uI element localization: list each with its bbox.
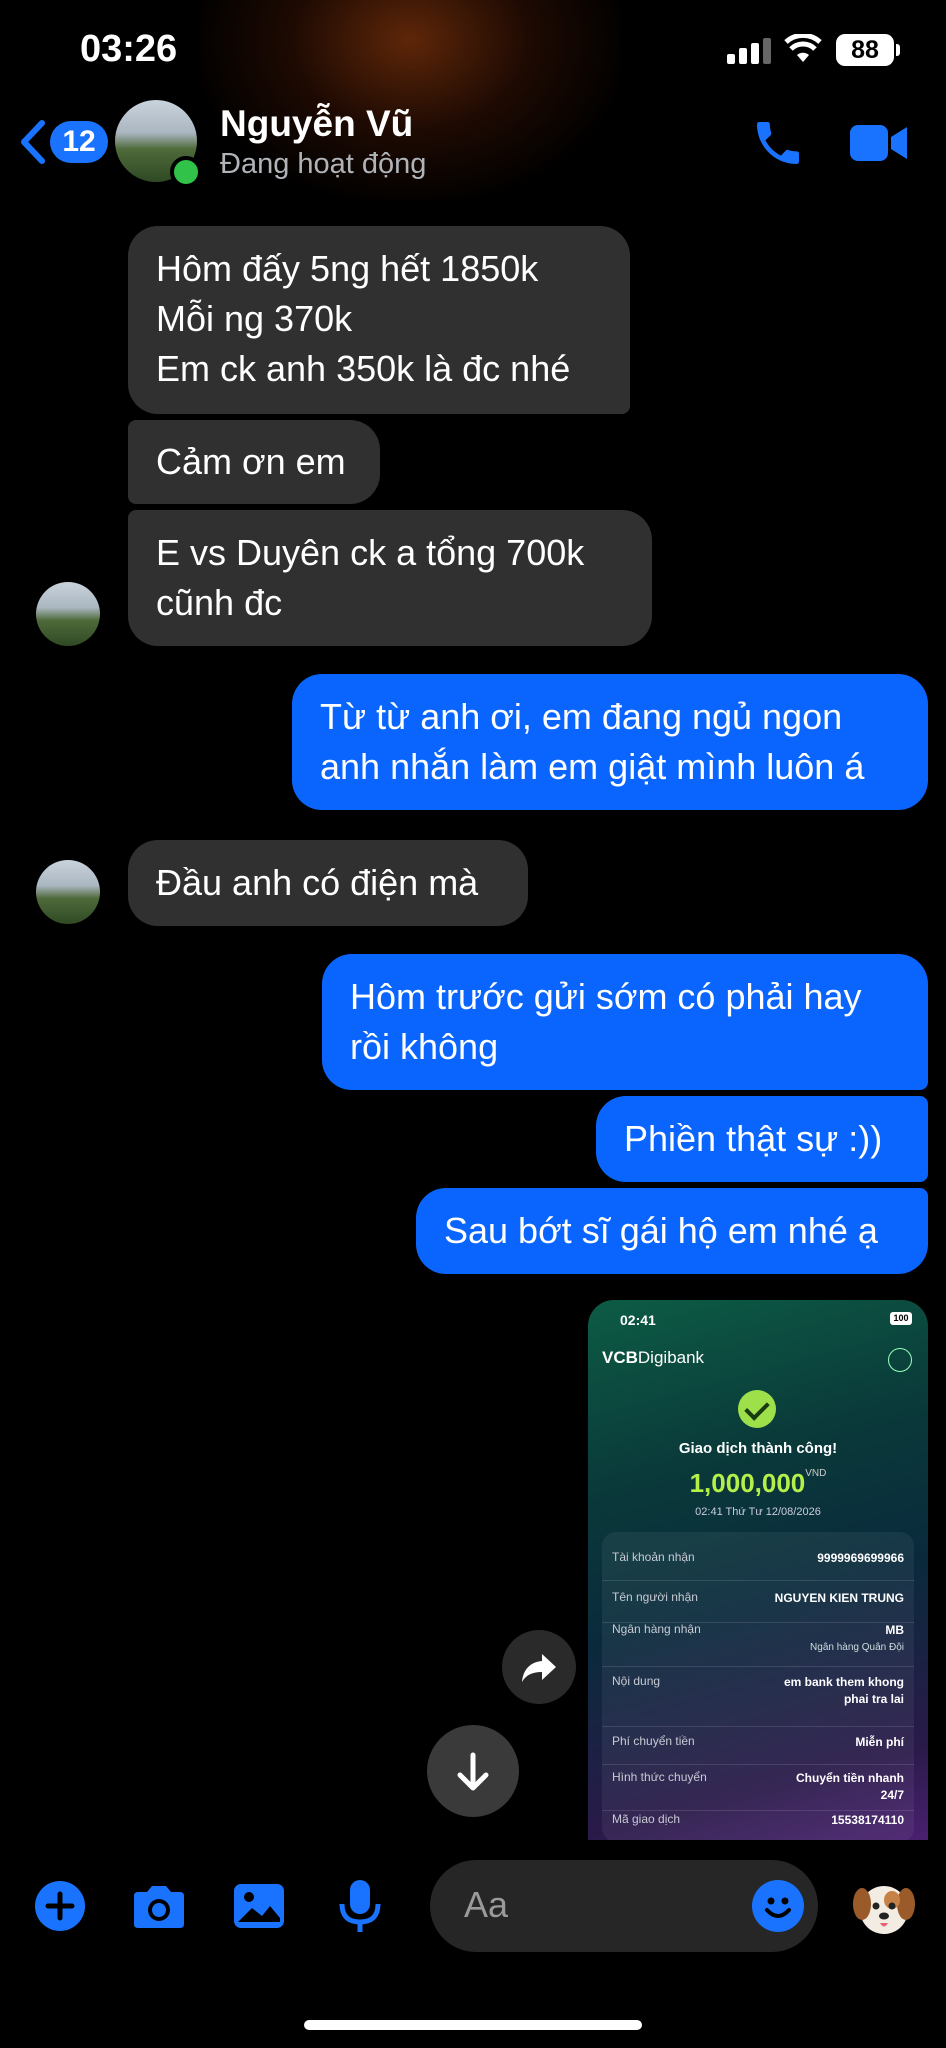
wifi-icon — [784, 34, 822, 62]
message-text: Phiền thật sự :)) — [624, 1118, 883, 1159]
receipt-bank-logo: VCBDigibank — [602, 1348, 704, 1368]
message-text: Từ từ anh ơi, em đang ngủ ngon — [320, 696, 843, 737]
sender-avatar[interactable] — [36, 860, 100, 924]
receipt-row-value-sub: 24/7 — [880, 1788, 904, 1802]
receipt-row-label: Phí chuyển tiền — [612, 1734, 695, 1748]
receipt-row-value-sub: phai tra lai — [843, 1692, 904, 1706]
receipt-row: Phí chuyển tiền Miễn phí — [602, 1734, 914, 1765]
receipt-status-time: 02:41 — [620, 1312, 656, 1328]
receipt-brand-rest: Digibank — [637, 1348, 705, 1367]
message-bubble-outgoing[interactable]: Từ từ anh ơi, em đang ngủ ngon anh nhắn … — [292, 674, 928, 810]
receipt-brand-bold: VCB — [602, 1348, 638, 1367]
receipt-row-value: em bank them khong phai tra lai — [784, 1674, 904, 1708]
message-bubble-incoming[interactable]: Cảm ơn em — [128, 420, 380, 504]
receipt-row: Hình thức chuyển Chuyển tiền nhanh 24/7 — [602, 1770, 914, 1811]
message-bubble-outgoing[interactable]: Sau bớt sĩ gái hộ em nhé ạ — [416, 1188, 928, 1274]
message-text: Đầu anh có điện mà — [156, 862, 479, 903]
receipt-row-value: NGUYEN KIEN TRUNG — [774, 1591, 904, 1605]
message-input[interactable]: Aa — [430, 1860, 818, 1952]
receipt-row-label: Hình thức chuyển — [612, 1770, 707, 1784]
contact-name[interactable]: Nguyễn Vũ — [220, 103, 413, 145]
online-status-dot — [170, 156, 202, 188]
message-text: Hôm trước gửi sớm có phải hay — [350, 976, 862, 1017]
microphone-icon[interactable] — [338, 1878, 382, 1934]
message-bubble-outgoing[interactable]: Hôm trước gửi sớm có phải hay rồi không — [322, 954, 928, 1090]
forward-button[interactable] — [502, 1630, 576, 1704]
message-bubble-outgoing[interactable]: Phiền thật sự :)) — [596, 1096, 928, 1182]
message-bubble-incoming[interactable]: E vs Duyên ck a tổng 700k cũnh đc — [128, 510, 652, 646]
chevron-left-icon — [21, 120, 45, 164]
quick-reaction-dog-icon[interactable] — [852, 1876, 916, 1938]
message-text: Em ck anh 350k là đc nhé — [156, 348, 571, 389]
message-text: Mỗi ng 370k — [156, 298, 353, 339]
home-indicator — [304, 2020, 642, 2030]
unread-count-badge: 12 — [50, 121, 108, 163]
receipt-title: Giao dịch thành công! — [678, 1440, 838, 1457]
arrow-down-icon — [457, 1752, 489, 1791]
receipt-row: Ngân hàng nhận MB Ngân hàng Quân Đội — [602, 1622, 914, 1667]
receipt-row: Nội dung em bank them khong phai tra lai — [602, 1674, 914, 1727]
message-text: rồi không — [350, 1026, 499, 1067]
status-time: 03:26 — [80, 28, 178, 70]
receipt-row: Tài khoản nhận 9999969699966 — [602, 1550, 914, 1581]
receipt-row: Mã giao dịch 15538174110 — [602, 1812, 914, 1836]
receipt-battery: 100 — [890, 1312, 912, 1325]
receipt-amount-value: 1,000,000 — [689, 1468, 806, 1498]
receipt-row-value-main: em bank them khong — [783, 1675, 904, 1689]
receipt-row-label: Tài khoản nhận — [612, 1550, 695, 1564]
receipt-row-value-main: MB — [885, 1623, 904, 1637]
smiley-icon — [765, 1897, 791, 1918]
receipt-row-value-main: Chuyển tiền nhanh — [796, 1771, 904, 1785]
sender-avatar[interactable] — [36, 582, 100, 646]
message-text: Cảm ơn em — [156, 441, 346, 482]
transfer-receipt-image[interactable]: 02:41 100 VCBDigibank Giao dịch thành cô… — [588, 1300, 928, 1840]
message-text: E vs Duyên ck a tổng 700k — [156, 532, 585, 573]
receipt-row-label: Tên người nhận — [612, 1590, 698, 1604]
back-button[interactable]: 12 — [18, 116, 108, 168]
receipt-amount: 1,000,000VND — [588, 1468, 928, 1499]
message-input-placeholder: Aa — [464, 1884, 509, 1925]
contact-status: Đang hoạt động — [220, 148, 427, 180]
message-text: anh nhắn làm em giật mình luôn á — [320, 746, 865, 787]
receipt-row-label: Ngân hàng nhận — [612, 1622, 701, 1636]
video-call-icon[interactable] — [848, 122, 910, 164]
emoji-button[interactable] — [752, 1880, 804, 1932]
gallery-icon[interactable] — [232, 1882, 286, 1930]
phone-call-icon[interactable] — [750, 115, 806, 171]
signal-icon — [727, 38, 771, 64]
message-text: Hôm đấy 5ng hết 1850k — [156, 248, 539, 289]
receipt-row-label: Mã giao dịch — [612, 1812, 681, 1826]
receipt-row-value: MB Ngân hàng Quân Đội — [810, 1622, 904, 1656]
receipt-row-value: Chuyển tiền nhanh 24/7 — [796, 1770, 904, 1804]
message-bubble-incoming[interactable]: Đầu anh có điện mà — [128, 840, 528, 926]
message-text: Sau bớt sĩ gái hộ em nhé ạ — [444, 1210, 878, 1251]
receipt-currency: VND — [805, 1468, 827, 1479]
receipt-row: Tên người nhận NGUYEN KIEN TRUNG — [602, 1590, 914, 1623]
plus-icon[interactable] — [34, 1880, 86, 1932]
receipt-row-value: 9999969699966 — [817, 1551, 904, 1565]
battery-indicator: 88 — [836, 34, 900, 66]
receipt-row-label: Nội dung — [612, 1674, 661, 1688]
message-bubble-incoming[interactable]: Hôm đấy 5ng hết 1850k Mỗi ng 370k Em ck … — [128, 226, 630, 414]
home-icon — [888, 1348, 912, 1372]
receipt-datetime: 02:41 Thứ Tư 12/08/2026 — [695, 1506, 821, 1518]
receipt-row-value: 15538174110 — [831, 1813, 904, 1827]
scroll-to-bottom-button[interactable] — [427, 1725, 519, 1817]
message-text: cũnh đc — [156, 582, 283, 623]
receipt-row-value-sub: Ngân hàng Quân Đội — [810, 1642, 904, 1653]
camera-icon[interactable] — [130, 1884, 188, 1930]
success-check-icon — [738, 1390, 776, 1428]
receipt-row-value: Miễn phí — [855, 1735, 904, 1749]
share-arrow-icon — [522, 1654, 556, 1682]
